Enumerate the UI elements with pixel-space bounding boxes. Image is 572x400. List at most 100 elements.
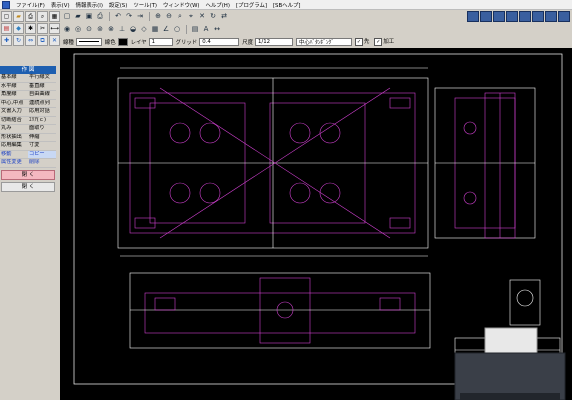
menu-info[interactable]: 情報表示(I) — [73, 1, 106, 9]
cmd-applied-edit[interactable]: 応用編集 — [0, 142, 28, 151]
window-layout-icon[interactable] — [467, 11, 479, 22]
window-layout-icon[interactable] — [519, 11, 531, 22]
cmd-dimension[interactable]: 寸変 — [28, 142, 56, 151]
layer-tool-icon[interactable]: ▤ — [190, 24, 200, 34]
snap-tangent-icon[interactable]: ◒ — [128, 24, 138, 34]
grid-icon[interactable]: ▦ — [49, 11, 60, 22]
zoom-icon[interactable]: ⌕ — [37, 11, 48, 22]
cmd-horizontal-line[interactable]: 水平線 — [0, 83, 28, 91]
window-layout-icon[interactable] — [493, 11, 505, 22]
cmd-center-mid[interactable]: 中心,中点 — [0, 100, 28, 108]
cube-icon[interactable]: ◆ — [13, 23, 24, 34]
menu-tools[interactable]: ツール(T) — [130, 1, 160, 9]
layer-icon[interactable]: ▤ — [1, 23, 12, 34]
save-icon[interactable]: ▣ — [84, 11, 94, 21]
cmd-copy[interactable]: コピー — [28, 150, 56, 159]
cmd-attribute-change[interactable]: 属性変更 — [0, 159, 28, 168]
scale-select[interactable]: 1/12 — [254, 37, 293, 46]
snap-center-icon[interactable]: ⊚ — [95, 24, 105, 34]
open-button[interactable]: 閉 く — [1, 169, 55, 180]
window-layout-icon[interactable] — [545, 11, 557, 22]
text-tool-icon[interactable]: A — [201, 24, 211, 34]
cmd-round[interactable]: 丸み — [0, 125, 28, 134]
layer-label: レイヤ — [130, 39, 147, 46]
snap-near-icon[interactable]: ◇ — [139, 24, 149, 34]
dim-tool-icon[interactable]: ↔ — [212, 24, 222, 34]
window-layout-icon[interactable] — [480, 11, 492, 22]
cmd-delete[interactable]: 削除 — [28, 159, 56, 168]
snap-point-icon[interactable]: ◉ — [62, 24, 72, 34]
cmd-chamfer[interactable]: 面取り — [28, 125, 56, 134]
menu-help[interactable]: ヘルプ(H) — [203, 1, 233, 9]
window-layout-icon[interactable] — [506, 11, 518, 22]
zoom-fit-icon[interactable]: ⌖ — [186, 11, 196, 21]
snap-perp-icon[interactable]: ⊥ — [117, 24, 127, 34]
check-process[interactable]: ✓ 加工 — [374, 37, 394, 46]
menu-view[interactable]: 表示(V) — [48, 1, 73, 9]
check-first-label: 先 — [363, 39, 370, 45]
window-layout-icon[interactable] — [558, 11, 570, 22]
new-icon[interactable]: ▢ — [62, 11, 72, 21]
cmd-parallel-line[interactable]: 平行線文 — [28, 74, 56, 83]
cut-icon[interactable]: ✂ — [37, 23, 48, 34]
layer-select[interactable]: 1 — [148, 37, 173, 46]
command-panel: 作 図 基本線 平行線文 水平線 垂直線 角度線 自由曲線 中心,中点 連続点列… — [0, 66, 56, 192]
close-button[interactable]: 閉 く — [1, 181, 55, 192]
settings-icon[interactable]: ✱ — [25, 23, 36, 34]
snap-angle-icon[interactable]: ∠ — [161, 24, 171, 34]
cmd-move[interactable]: 移動 — [0, 151, 28, 159]
checkbox[interactable]: ✓ — [354, 38, 363, 46]
folder-icon[interactable]: ▰ — [13, 11, 24, 22]
delete-icon[interactable]: ✕ — [49, 35, 60, 46]
line-color-select[interactable] — [117, 37, 128, 46]
cancel-icon[interactable]: ✕ — [197, 11, 207, 21]
app-icon[interactable] — [2, 0, 10, 9]
cmd-area[interactable]: ｴﾘｱ(ｃ) — [28, 117, 56, 125]
snap-mode-select[interactable]: 中心ﾊﾞﾀﾝﾎﾞﾝｸﾞ — [295, 37, 352, 46]
checkbox[interactable]: ✓ — [374, 38, 383, 46]
cmd-applied-dialog[interactable]: 応用対話 — [28, 108, 56, 117]
copy-icon[interactable]: ⧉ — [37, 35, 48, 46]
cmd-basic-line[interactable]: 基本線 — [0, 74, 28, 83]
zoom-in-icon[interactable]: ⊕ — [153, 11, 163, 21]
cmd-vertical-line[interactable]: 垂直線 — [28, 83, 56, 91]
cmd-point-series[interactable]: 連続点列 — [28, 100, 56, 108]
cmd-stretch[interactable]: 伸縮 — [28, 134, 56, 142]
zoom-out-icon[interactable]: ⊖ — [164, 11, 174, 21]
menu-window[interactable]: ウィンドウ(W) — [160, 1, 203, 9]
rotate-icon[interactable]: ↻ — [13, 35, 24, 46]
grid-label: グリッド — [175, 39, 198, 46]
grid-select[interactable]: 0.4 — [199, 37, 240, 46]
new-file-icon[interactable]: ▢ — [1, 11, 12, 22]
cmd-text-input[interactable]: 文書入力 — [0, 108, 28, 117]
check-first[interactable]: ✓ 先 — [354, 37, 370, 46]
snap-mid-icon[interactable]: ⊙ — [84, 24, 94, 34]
cmd-angle-line[interactable]: 角度線 — [0, 91, 28, 100]
printer-icon[interactable]: ⎙ — [25, 11, 36, 22]
refresh-icon[interactable]: ↻ — [208, 11, 218, 21]
menu-sb-help[interactable]: [SBヘルプ] — [270, 1, 304, 9]
cmd-free-curve[interactable]: 自由曲線 — [28, 91, 56, 100]
cmd-shape-extract[interactable]: 形状抽出 — [0, 134, 28, 142]
menu-settings[interactable]: 設定(S) — [106, 1, 130, 9]
mirror-icon[interactable]: ⇔ — [25, 35, 36, 46]
undo-icon[interactable]: ↶ — [113, 11, 123, 21]
arrow-icon[interactable]: ⇥ — [135, 11, 145, 21]
open-icon[interactable]: ▰ — [73, 11, 83, 21]
menu-file[interactable]: ファイル(F) — [13, 1, 48, 9]
snap-free-icon[interactable]: ○ — [172, 24, 182, 34]
snap-cross-icon[interactable]: ⊗ — [106, 24, 116, 34]
snap-end-icon[interactable]: ◎ — [73, 24, 83, 34]
move-icon[interactable]: ✚ — [1, 35, 12, 46]
menu-program[interactable]: [プログラム] — [233, 1, 270, 9]
print-icon[interactable]: ⎙ — [95, 11, 105, 21]
snap-grid-icon[interactable]: ▦ — [150, 24, 160, 34]
drawing-canvas[interactable] — [60, 48, 572, 400]
redraw-icon[interactable]: ⇄ — [219, 11, 229, 21]
window-layout-icon[interactable] — [532, 11, 544, 22]
redo-icon[interactable]: ↷ — [124, 11, 134, 21]
line-type-select[interactable] — [75, 37, 102, 46]
cmd-cut-join[interactable]: 切断結合 — [0, 117, 28, 125]
measure-icon[interactable]: ⟷ — [49, 23, 60, 34]
zoom-window-icon[interactable]: ⌕ — [175, 11, 185, 21]
